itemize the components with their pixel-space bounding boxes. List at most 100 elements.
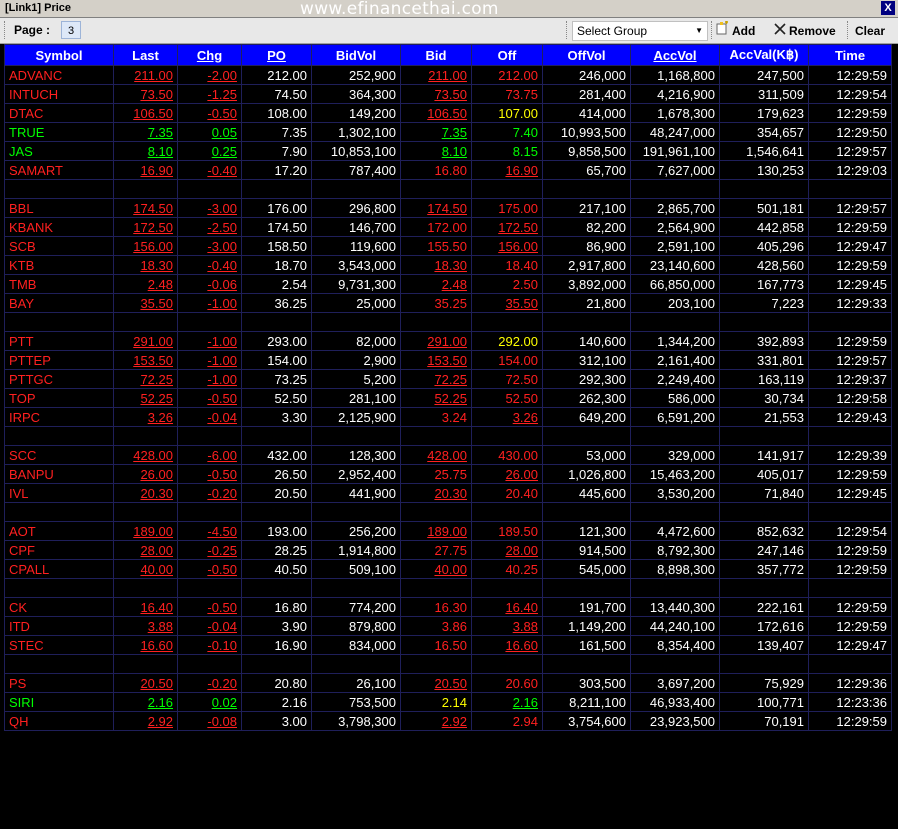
column-header-chg[interactable]: Chg [177,44,242,66]
cell-accvol: 329,000 [630,445,720,465]
table-row-blank[interactable] [4,179,892,199]
table-row[interactable]: BBL 174.50 -3.00 176.00 296,800 174.50 175.00 2… [4,198,892,218]
cell-bid: 40.00 [400,559,472,579]
table-row-blank[interactable] [4,654,892,674]
cell-bidvol: 128,300 [311,445,401,465]
cell-off: 212.00 [471,65,543,85]
cell-po: 36.25 [241,293,312,313]
cell-po: 432.00 [241,445,312,465]
cell-last: 20.50 [113,673,178,693]
column-header-last[interactable]: Last [113,44,178,66]
table-row[interactable]: IVL 20.30 -0.20 20.50 441,900 20.30 20.40 445,6… [4,483,892,503]
close-button[interactable]: X [881,1,895,15]
column-header-bid[interactable]: Bid [400,44,472,66]
table-row[interactable]: DTAC 106.50 -0.50 108.00 149,200 106.50 107.00… [4,103,892,123]
cell-bidvol [311,179,401,199]
column-header-po[interactable]: PO [241,44,312,66]
cell-accval [719,502,809,522]
cell-po: 7.90 [241,141,312,161]
column-header-offvol[interactable]: OffVol [542,44,631,66]
cell-offvol: 53,000 [542,445,631,465]
cell-bidvol: 879,800 [311,616,401,636]
cell-accvol: 46,933,400 [630,692,720,712]
cell-po: 26.50 [241,464,312,484]
cell-last: 7.35 [113,122,178,142]
table-row[interactable]: IRPC 3.26 -0.04 3.30 2,125,900 3.24 3.26 649,20… [4,407,892,427]
cell-symbol: QH [4,711,114,731]
cell-offvol: 414,000 [542,103,631,123]
column-header-off[interactable]: Off [471,44,543,66]
cell-chg: -1.00 [177,350,242,370]
dropdown-arrow-icon[interactable]: ▼ [695,22,703,40]
table-row[interactable]: JAS 8.10 0.25 7.90 10,853,100 8.10 8.15 9,858,5… [4,141,892,161]
column-header-accvol[interactable]: AccVol [630,44,720,66]
cell-chg: -0.20 [177,483,242,503]
cell-last: 26.00 [113,464,178,484]
table-row[interactable]: KBANK 172.50 -2.50 174.50 146,700 172.00 172.5… [4,217,892,237]
cell-po: 158.50 [241,236,312,256]
cell-chg: -0.04 [177,616,242,636]
table-row[interactable]: ITD 3.88 -0.04 3.90 879,800 3.86 3.88 1,149,200… [4,616,892,636]
column-header-symbol[interactable]: Symbol [4,44,114,66]
table-row[interactable]: AOT 189.00 -4.50 193.00 256,200 189.00 189.50 1… [4,521,892,541]
table-row[interactable]: ADVANC 211.00 -2.00 212.00 252,900 211.00 212.… [4,65,892,85]
table-row[interactable]: PTTGC 72.25 -1.00 73.25 5,200 72.25 72.50 292,3… [4,369,892,389]
table-row[interactable]: TOP 52.25 -0.50 52.50 281,100 52.25 52.50 262,3… [4,388,892,408]
table-row[interactable]: PTT 291.00 -1.00 293.00 82,000 291.00 292.00 14… [4,331,892,351]
cell-chg: -0.04 [177,407,242,427]
table-row[interactable]: TRUE 7.35 0.05 7.35 1,302,100 7.35 7.40 10,993,… [4,122,892,142]
table-row[interactable]: INTUCH 73.50 -1.25 74.50 364,300 73.50 73.75 28… [4,84,892,104]
cell-bidvol [311,502,401,522]
cell-accvol: 203,100 [630,293,720,313]
table-row[interactable]: SCC 428.00 -6.00 432.00 128,300 428.00 430.00 5… [4,445,892,465]
table-row[interactable]: CPALL 40.00 -0.50 40.50 509,100 40.00 40.25 545… [4,559,892,579]
table-row[interactable]: PTTEP 153.50 -1.00 154.00 2,900 153.50 154.00 3… [4,350,892,370]
table-row-blank[interactable] [4,502,892,522]
cell-accvol: 8,792,300 [630,540,720,560]
page-number-input[interactable]: 3 [61,21,81,39]
clear-button[interactable]: Clear [855,21,885,41]
cell-symbol [4,179,114,199]
select-group-dropdown[interactable]: Select Group ▼ [572,21,708,41]
cell-po: 108.00 [241,103,312,123]
cell-bid: 2.14 [400,692,472,712]
table-row[interactable]: PS 20.50 -0.20 20.80 26,100 20.50 20.60 303,500… [4,673,892,693]
cell-po: 20.50 [241,483,312,503]
cell-accvol: 15,463,200 [630,464,720,484]
cell-bid: 155.50 [400,236,472,256]
add-button[interactable]: Add [716,21,755,41]
remove-button[interactable]: Remove [773,21,836,41]
toolbar-separator [711,21,714,39]
table-row[interactable]: CK 16.40 -0.50 16.80 774,200 16.30 16.40 191,70… [4,597,892,617]
table-row-blank[interactable] [4,578,892,598]
table-row-blank[interactable] [4,426,892,446]
cell-offvol: 140,600 [542,331,631,351]
remove-x-icon [773,21,787,41]
table-row[interactable]: BANPU 26.00 -0.50 26.50 2,952,400 25.75 26.00 1… [4,464,892,484]
column-header-bidvol[interactable]: BidVol [311,44,401,66]
toolbar-separator [847,21,850,39]
table-row[interactable]: CPF 28.00 -0.25 28.25 1,914,800 27.75 28.00 914… [4,540,892,560]
table-row[interactable]: SAMART 16.90 -0.40 17.20 787,400 16.80 16.90 65… [4,160,892,180]
cell-last [113,426,178,446]
table-row[interactable]: TMB 2.48 -0.06 2.54 9,731,300 2.48 2.50 3,892,0… [4,274,892,294]
cell-po [241,502,312,522]
table-row[interactable]: SCB 156.00 -3.00 158.50 119,600 155.50 156.00 8… [4,236,892,256]
cell-off [471,179,543,199]
column-header-accval-k[interactable]: AccVal(K฿) [719,44,809,66]
cell-po: 154.00 [241,350,312,370]
cell-time [808,312,892,332]
cell-last [113,654,178,674]
table-row[interactable]: BAY 35.50 -1.00 36.25 25,000 35.25 35.50 21,800… [4,293,892,313]
cell-symbol: SCB [4,236,114,256]
remove-button-label: Remove [789,24,836,38]
add-document-icon [716,21,730,41]
column-header-time[interactable]: Time [808,44,892,66]
table-row[interactable]: STEC 16.60 -0.10 16.90 834,000 16.50 16.60 161,… [4,635,892,655]
cell-bidvol: 296,800 [311,198,401,218]
table-row[interactable]: QH 2.92 -0.08 3.00 3,798,300 2.92 2.94 3,754,60… [4,711,892,731]
cell-off: 2.16 [471,692,543,712]
table-row[interactable]: KTB 18.30 -0.40 18.70 3,543,000 18.30 18.40 2,9… [4,255,892,275]
table-row-blank[interactable] [4,312,892,332]
table-row[interactable]: SIRI 2.16 0.02 2.16 753,500 2.14 2.16 8,211,100… [4,692,892,712]
